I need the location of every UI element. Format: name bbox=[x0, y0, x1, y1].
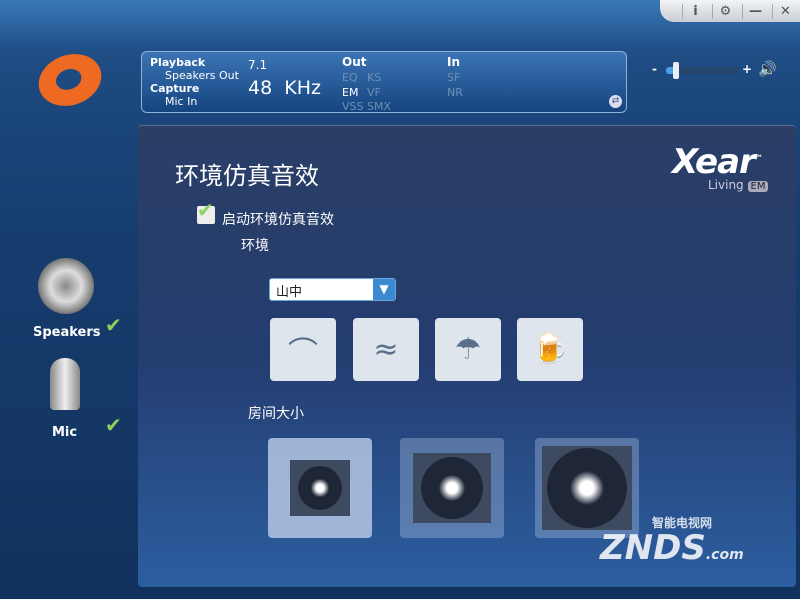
room-size-label: 房间大小 bbox=[248, 406, 304, 422]
info-button[interactable]: i bbox=[682, 3, 708, 19]
room-size-small[interactable] bbox=[268, 438, 372, 538]
mic-check-icon: ✔ bbox=[105, 413, 122, 437]
room-medium-icon bbox=[421, 457, 483, 519]
out-em: EM bbox=[342, 86, 359, 99]
water-icon: ≈ bbox=[373, 332, 399, 367]
environment-value: 山中 bbox=[276, 285, 303, 300]
volume-minus[interactable]: - bbox=[652, 62, 657, 76]
speaker-volume-icon[interactable]: 🔊 bbox=[758, 60, 777, 78]
mic-icon[interactable] bbox=[50, 358, 80, 410]
swap-icon[interactable]: ⇄ bbox=[609, 95, 622, 108]
window-controls: i ⚙ — ✕ bbox=[660, 0, 800, 22]
chevron-down-icon[interactable]: ▼ bbox=[373, 279, 395, 300]
page-title: 环境仿真音效 bbox=[175, 162, 319, 190]
volume-control: - + 🔊 bbox=[652, 60, 782, 80]
out-vss: VSS bbox=[342, 100, 364, 113]
sidebar-item-speakers[interactable]: Speakers bbox=[33, 325, 101, 340]
preset-water-button[interactable]: ≈ bbox=[353, 318, 419, 381]
sample-rate: 48 KHz bbox=[248, 77, 321, 99]
speakers-icon[interactable] bbox=[38, 258, 94, 314]
beer-mug-icon: 🍺 bbox=[531, 332, 569, 367]
xear-logo: Xear™ bbox=[672, 142, 763, 182]
out-ks: KS bbox=[367, 71, 382, 84]
preset-shower-button[interactable]: ☂ bbox=[435, 318, 501, 381]
volume-thumb[interactable] bbox=[673, 62, 679, 79]
xear-sub: Living EM bbox=[708, 178, 769, 192]
channels: 7.1 bbox=[248, 58, 268, 72]
in-label: In bbox=[447, 55, 461, 69]
shower-icon: ☂ bbox=[454, 332, 482, 367]
out-eq: EQ bbox=[342, 71, 358, 84]
status-panel: Playback Speakers Out Capture Mic In 7.1… bbox=[141, 51, 627, 113]
out-smx: SMX bbox=[367, 100, 392, 113]
app-logo bbox=[31, 45, 109, 115]
preset-beer-button[interactable]: 🍺 bbox=[517, 318, 583, 381]
volume-plus[interactable]: + bbox=[742, 62, 752, 76]
volume-slider[interactable] bbox=[666, 62, 740, 79]
out-vf: VF bbox=[367, 86, 381, 99]
room-size-large[interactable] bbox=[535, 438, 639, 538]
room-large-icon bbox=[547, 448, 627, 528]
capture-device: Mic In bbox=[165, 95, 198, 108]
minimize-button[interactable]: — bbox=[742, 3, 768, 19]
opera-house-icon: ⌒ bbox=[288, 335, 318, 371]
in-sf: SF bbox=[447, 71, 461, 84]
enable-label[interactable]: 启动环境仿真音效 bbox=[222, 209, 334, 229]
close-button[interactable]: ✕ bbox=[772, 3, 798, 19]
checkmark-icon: ✔ bbox=[197, 198, 214, 222]
room-small-icon bbox=[298, 466, 342, 510]
preset-opera-house-button[interactable]: ⌒ bbox=[270, 318, 336, 381]
enable-checkbox[interactable]: ✔ bbox=[197, 198, 215, 224]
settings-button[interactable]: ⚙ bbox=[712, 3, 738, 19]
playback-device: Speakers Out bbox=[165, 69, 239, 82]
watermark: ZNDS.com bbox=[600, 528, 744, 568]
room-size-medium[interactable] bbox=[400, 438, 504, 538]
playback-label: Playback bbox=[150, 56, 206, 69]
out-label: Out bbox=[342, 55, 367, 69]
speakers-check-icon: ✔ bbox=[105, 313, 122, 337]
environment-select[interactable]: 山中 ▼ bbox=[269, 278, 396, 301]
sidebar-item-mic[interactable]: Mic bbox=[52, 425, 77, 440]
capture-label: Capture bbox=[150, 82, 200, 95]
in-nr: NR bbox=[447, 86, 463, 99]
environment-label: 环境 bbox=[241, 238, 269, 254]
